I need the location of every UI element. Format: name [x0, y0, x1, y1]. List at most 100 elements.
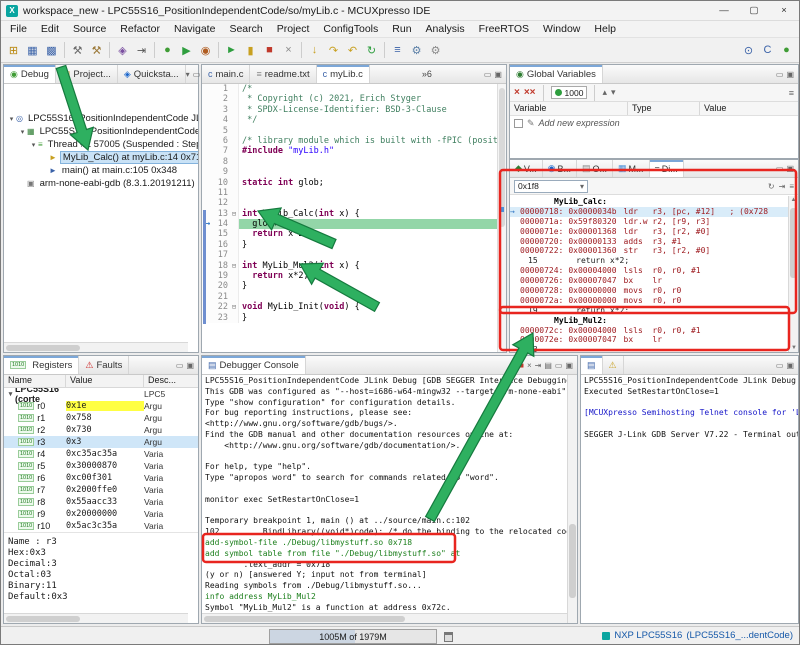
register-value[interactable]: 0x758	[66, 413, 144, 423]
fold-marker[interactable]	[230, 84, 239, 94]
fold-marker[interactable]	[230, 94, 239, 104]
editor-line[interactable]: 4 */	[202, 115, 506, 125]
search-button[interactable]: ⊙	[740, 42, 757, 59]
fold-marker[interactable]	[230, 271, 239, 281]
register-row[interactable]: 1010r80x55aacc33Varia	[4, 496, 198, 508]
fold-marker[interactable]	[230, 157, 239, 167]
disasm-line[interactable]: 19 return x*2;	[510, 306, 788, 316]
fold-marker[interactable]: ⊟	[230, 261, 239, 271]
minimize-view-icon[interactable]: ▭	[555, 361, 563, 370]
registers-hscrollbar[interactable]	[4, 613, 188, 623]
disasm-line[interactable]: →00000718:0x0000034bldr r3, [pc, #12] ; …	[510, 207, 788, 217]
editor-line[interactable]: 13⊟int MyLib_Calc(int x) {	[202, 209, 506, 219]
editor-line[interactable]: 15 return x*2;	[202, 229, 506, 239]
right-console-output[interactable]: LPC55S16_PositionIndependentCode JLink D…	[581, 375, 798, 623]
menu-window[interactable]: Window	[536, 22, 587, 36]
disasm-line[interactable]: 00000720:0x00000133adds r3, #1	[510, 237, 788, 247]
editor-line[interactable]: 9	[202, 167, 506, 177]
editor-line[interactable]: 8	[202, 157, 506, 167]
debug-tree-item[interactable]: ▾▦LPC55S16_PositionIndependentCode.axf	[4, 125, 198, 138]
disasm-line[interactable]: 0000071e:0x00001368ldr r3, [r2, #0]	[510, 227, 788, 237]
register-value[interactable]: 0x5ac3c35a	[66, 521, 144, 531]
disasm-line[interactable]: 00000724:0x00004000lsls r0, r0, #1	[510, 266, 788, 276]
register-row[interactable]: 1010r90x20000000Varia	[4, 508, 198, 520]
fold-marker[interactable]	[230, 167, 239, 177]
editor-line[interactable]: 16}	[202, 240, 506, 250]
editor-line[interactable]: 22⊟void MyLib_Init(void) {	[202, 302, 506, 312]
menu-run[interactable]: Run	[385, 22, 418, 36]
editor-line[interactable]: →14 glob++;	[202, 219, 506, 229]
register-row[interactable]: 1010r60xc00f301Varia	[4, 472, 198, 484]
instruction-stepping-button[interactable]: ≡	[389, 42, 406, 59]
minimize-view-icon[interactable]: ▭	[176, 361, 184, 370]
globals-menu-icon[interactable]: ≡	[789, 88, 794, 98]
heap-status[interactable]: 1005M of 1979M	[269, 629, 437, 644]
editor-tab-overflow[interactable]: »6	[419, 65, 435, 83]
column-value[interactable]: Value	[66, 375, 144, 387]
menu-help[interactable]: Help	[587, 22, 623, 36]
disasm-line[interactable]: 00000722:0x00001360str r3, [r2, #0]	[510, 246, 788, 256]
minimize-button[interactable]: —	[709, 1, 739, 20]
tab-variables[interactable]: ◆V...	[510, 160, 543, 177]
editor-line[interactable]: 18⊟int MyLib_Mul2(int x) {	[202, 261, 506, 271]
sort-up-icon[interactable]: ▴	[602, 87, 607, 98]
debug-tree-item[interactable]: ►main() at main.c:105 0x348	[4, 164, 198, 177]
fold-marker[interactable]	[230, 105, 239, 115]
menu-freertos[interactable]: FreeRTOS	[472, 22, 536, 36]
step-return-button[interactable]: ↶	[344, 42, 361, 59]
disasm-line[interactable]: 00000726:0x00007047bx lr	[510, 276, 788, 286]
overview-marker[interactable]	[499, 207, 504, 212]
editor-line[interactable]: 7#include "myLib.h"	[202, 146, 506, 156]
editor-line[interactable]: 17	[202, 250, 506, 260]
editor-line[interactable]: 19 return x*2;	[202, 271, 506, 281]
tab-memory[interactable]: ▦M...	[613, 160, 650, 177]
debug-tree-item[interactable]: ▾◎LPC55S16_PositionIndependentCode JLink…	[4, 112, 198, 125]
register-row[interactable]: 1010r40xc35ac35aVaria	[4, 448, 198, 460]
register-row[interactable]: 1010r00x1eArgu	[4, 400, 198, 412]
tree-twisty[interactable]: ▾	[18, 128, 27, 136]
scroll-lock-icon[interactable]: ⇥	[535, 361, 542, 370]
step-into-button[interactable]: ↓	[306, 42, 323, 59]
sort-down-icon[interactable]: ▾	[611, 87, 616, 98]
remove-all-expressions-button[interactable]: ××	[524, 87, 536, 98]
column-value[interactable]: Value	[700, 102, 798, 115]
editor-line[interactable]: 3 * SPDX-License-Identifier: BSD-3-Claus…	[202, 105, 506, 115]
minimize-view-icon[interactable]: ▭	[776, 164, 784, 173]
fold-marker[interactable]: ⊟	[230, 209, 239, 219]
profile-button[interactable]: ◉	[197, 42, 214, 59]
clean-button[interactable]: ⚒	[88, 42, 105, 59]
add-expression-row[interactable]: ✎ Add new expression	[510, 116, 798, 130]
clear-console-icon[interactable]: ×	[527, 361, 532, 370]
disasm-line[interactable]: 0000071a:0x59f80320ldr.w r2, [r9, r3]	[510, 217, 788, 227]
new-button[interactable]: ⊞	[5, 42, 22, 59]
project-link[interactable]: (LPC55S16_...dentCode)	[686, 630, 793, 641]
disasm-line[interactable]: MyLib_Calc:	[510, 197, 788, 207]
menu-search[interactable]: Search	[222, 22, 269, 36]
resume-button[interactable]: ►	[223, 42, 240, 59]
maximize-view-icon[interactable]: ▣	[786, 361, 794, 370]
tab-readme-txt[interactable]: ≡readme.txt	[250, 65, 316, 83]
debug-perspective-button[interactable]: ●	[778, 42, 795, 59]
disasm-address-combo[interactable]: 0x1f8▾	[514, 180, 588, 193]
cpp-perspective-button[interactable]: C	[759, 42, 776, 59]
tree-twisty[interactable]: ▾	[29, 141, 38, 149]
fold-marker[interactable]	[230, 292, 239, 302]
build-button[interactable]: ⚒	[69, 42, 86, 59]
tab-problems[interactable]: ⚠	[603, 356, 624, 374]
maximize-view-icon[interactable]: ▣	[186, 361, 194, 370]
tab-registers[interactable]: 1010Registers	[4, 356, 79, 374]
fold-marker[interactable]	[230, 146, 239, 156]
restart-button[interactable]: ↻	[363, 42, 380, 59]
fold-marker[interactable]	[230, 178, 239, 188]
register-value[interactable]: 0x30000870	[66, 461, 144, 471]
terminate-icon[interactable]: ■	[519, 361, 524, 370]
remove-expression-button[interactable]: ×	[514, 87, 520, 98]
register-value[interactable]: 0x1e	[66, 401, 144, 411]
debug-button[interactable]: ●	[159, 42, 176, 59]
device-link[interactable]: NXP LPC55S16	[614, 630, 682, 641]
update-count-field[interactable]: 1000	[551, 86, 588, 99]
disasm-line[interactable]: 0000072c:0x00004000lsls r0, r0, #1	[510, 326, 788, 336]
disasm-line[interactable]: 15 return x*2;	[510, 256, 788, 266]
menu-edit[interactable]: Edit	[34, 22, 66, 36]
register-value[interactable]: 0xc35ac35a	[66, 449, 144, 459]
